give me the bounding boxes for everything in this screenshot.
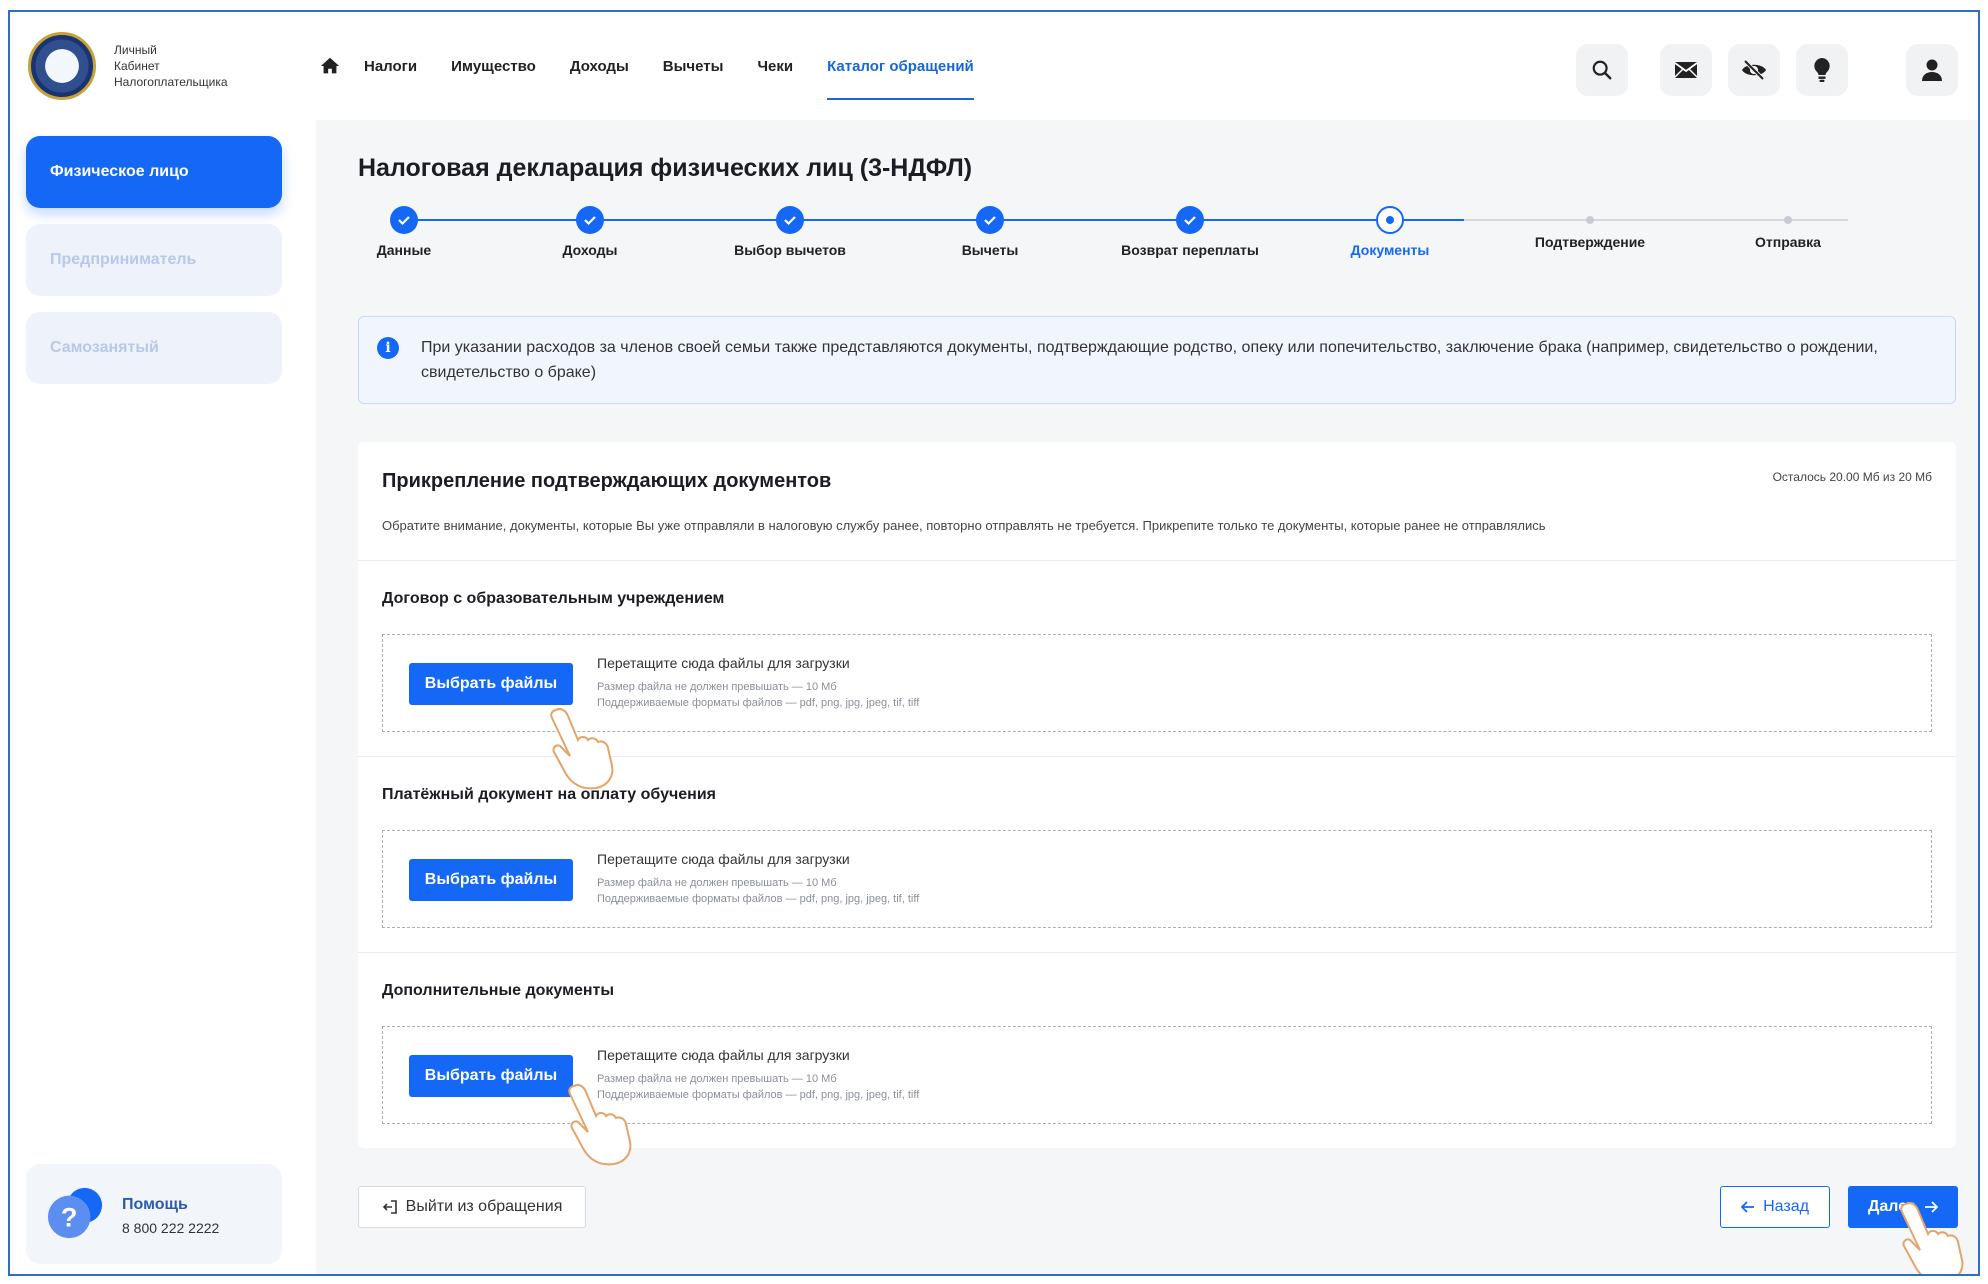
exit-appeal-button[interactable]: Выйти из обращения xyxy=(358,1186,586,1228)
exit-icon xyxy=(382,1200,397,1214)
dropzone-hint: Перетащите сюда файлы для загрузки xyxy=(597,851,850,867)
next-label: Далее xyxy=(1867,1198,1917,1215)
help-phone: 8 800 222 2222 xyxy=(122,1220,220,1236)
section-title-payment-document: Платёжный документ на оплату обучения xyxy=(382,786,717,803)
info-text: При указании расходов за членов своей се… xyxy=(421,339,1878,381)
dropzone-education-contract[interactable]: Выбрать файлы Перетащите сюда файлы для … xyxy=(382,634,1932,732)
choose-files-button[interactable]: Выбрать файлы xyxy=(409,1055,573,1097)
attachments-note: Обратите внимание, документы, которые Вы… xyxy=(382,518,1546,533)
user-icon xyxy=(1922,59,1942,81)
envelope-icon xyxy=(1674,62,1698,78)
logo-line-3: Налогоплательщика xyxy=(114,75,228,89)
main-nav: Налоги Имущество Доходы Вычеты Чеки Ката… xyxy=(316,12,1008,120)
info-icon: i xyxy=(377,337,399,359)
pending-step-dot xyxy=(1784,216,1792,224)
lightbulb-icon xyxy=(1814,58,1830,82)
step-documents[interactable]: Документы xyxy=(1300,204,1480,258)
page-title: Налоговая декларация физических лиц (3-Н… xyxy=(358,154,973,182)
storage-quota: Осталось 20.00 Мб из 20 Мб xyxy=(1772,470,1932,484)
divider xyxy=(358,560,1956,561)
eye-off-icon xyxy=(1742,59,1766,81)
exit-appeal-label: Выйти из обращения xyxy=(405,1198,563,1215)
dropzone-hint: Перетащите сюда файлы для загрузки xyxy=(597,1047,850,1063)
check-icon xyxy=(576,206,604,234)
help-widget[interactable]: ? Помощь 8 800 222 2222 xyxy=(26,1164,282,1264)
check-icon xyxy=(1176,206,1204,234)
arrow-right-icon xyxy=(1925,1201,1939,1213)
nav-item-appeals-catalog[interactable]: Каталог обращений xyxy=(827,12,974,120)
back-button[interactable]: Назад xyxy=(1720,1186,1830,1228)
attachments-title: Прикрепление подтверждающих документов xyxy=(382,470,832,492)
sidebar-item-individual[interactable]: Физическое лицо xyxy=(26,136,282,208)
dropzone-formats: Поддерживаемые форматы файлов — pdf, png… xyxy=(597,1089,920,1101)
step-label: Подтверждение xyxy=(1534,234,1646,250)
help-title: Помощь xyxy=(122,1196,188,1213)
dropzone-formats: Поддерживаемые форматы файлов — pdf, png… xyxy=(597,697,920,709)
arrow-left-icon xyxy=(1741,1201,1755,1213)
section-title-additional-documents: Дополнительные документы xyxy=(382,982,614,999)
attachments-card: Прикрепление подтверждающих документов О… xyxy=(358,442,1956,1148)
current-step-icon xyxy=(1376,206,1404,234)
check-icon xyxy=(776,206,804,234)
logo-caption: Личный Кабинет Налогоплательщика xyxy=(114,42,228,90)
pending-step-dot xyxy=(1586,216,1594,224)
nav-item-income[interactable]: Доходы xyxy=(570,12,629,120)
step-confirmation: Подтверждение xyxy=(1500,204,1680,250)
top-header: Личный Кабинет Налогоплательщика Налоги … xyxy=(10,12,1978,120)
step-label: Доходы xyxy=(562,242,618,258)
main-content: Налоговая декларация физических лиц (3-Н… xyxy=(316,120,1978,1274)
step-label: Выбор вычетов xyxy=(734,242,846,258)
dropzone-additional-documents[interactable]: Выбрать файлы Перетащите сюда файлы для … xyxy=(382,1026,1932,1124)
step-label: Данные xyxy=(376,242,432,258)
sidebar: Физическое лицо Предприниматель Самозаня… xyxy=(10,120,316,1274)
logo-line-1: Личный xyxy=(114,43,157,57)
step-deductions[interactable]: Вычеты xyxy=(900,204,1080,258)
wizard-stepper: Данные Доходы Выбор вычетов Вычеты Возвр… xyxy=(358,204,1948,264)
choose-files-button[interactable]: Выбрать файлы xyxy=(409,859,573,901)
back-label: Назад xyxy=(1763,1198,1809,1215)
sidebar-item-entrepreneur[interactable]: Предприниматель xyxy=(26,224,282,296)
step-label: Возврат переплаты xyxy=(1121,242,1259,258)
dropzone-size-limit: Размер файла не должен превышать — 10 Мб xyxy=(597,877,837,889)
step-label: Вычеты xyxy=(961,242,1019,258)
step-submission: Отправка xyxy=(1698,204,1878,250)
step-overpayment-refund[interactable]: Возврат переплаты xyxy=(1100,204,1280,258)
search-icon xyxy=(1592,60,1612,80)
step-label: Документы xyxy=(1350,242,1430,258)
sidebar-item-self-employed[interactable]: Самозанятый xyxy=(26,312,282,384)
accessibility-button[interactable] xyxy=(1728,44,1780,96)
info-banner: i При указании расходов за членов своей … xyxy=(358,316,1956,404)
divider xyxy=(358,756,1956,757)
fns-logo-emblem[interactable] xyxy=(28,32,96,100)
check-icon xyxy=(976,206,1004,234)
dropzone-size-limit: Размер файла не должен превышать — 10 Мб xyxy=(597,1073,837,1085)
profile-button[interactable] xyxy=(1906,44,1958,96)
check-icon xyxy=(390,206,418,234)
search-button[interactable] xyxy=(1576,44,1628,96)
choose-files-button[interactable]: Выбрать файлы xyxy=(409,663,573,705)
step-deduction-choice[interactable]: Выбор вычетов xyxy=(700,204,880,258)
next-button[interactable]: Далее xyxy=(1848,1186,1958,1228)
help-question-icon: ? xyxy=(47,1187,103,1239)
logo-line-2: Кабинет xyxy=(114,59,160,73)
nav-item-receipts[interactable]: Чеки xyxy=(757,12,793,120)
nav-item-property[interactable]: Имущество xyxy=(451,12,536,120)
dropzone-payment-document[interactable]: Выбрать файлы Перетащите сюда файлы для … xyxy=(382,830,1932,928)
nav-item-taxes[interactable]: Налоги xyxy=(364,12,417,120)
home-icon[interactable] xyxy=(316,52,344,80)
step-income[interactable]: Доходы xyxy=(500,204,680,258)
tips-button[interactable] xyxy=(1796,44,1848,96)
dropzone-hint: Перетащите сюда файлы для загрузки xyxy=(597,655,850,671)
app-window: Личный Кабинет Налогоплательщика Налоги … xyxy=(8,10,1980,1276)
step-label: Отправка xyxy=(1755,234,1821,250)
dropzone-formats: Поддерживаемые форматы файлов — pdf, png… xyxy=(597,893,920,905)
section-title-education-contract: Договор с образовательным учреждением xyxy=(382,590,725,607)
dropzone-size-limit: Размер файла не должен превышать — 10 Мб xyxy=(597,681,837,693)
step-data[interactable]: Данные xyxy=(314,204,494,258)
nav-item-deductions[interactable]: Вычеты xyxy=(663,12,724,120)
svg-text:?: ? xyxy=(61,1203,78,1233)
messages-button[interactable] xyxy=(1660,44,1712,96)
divider xyxy=(358,952,1956,953)
